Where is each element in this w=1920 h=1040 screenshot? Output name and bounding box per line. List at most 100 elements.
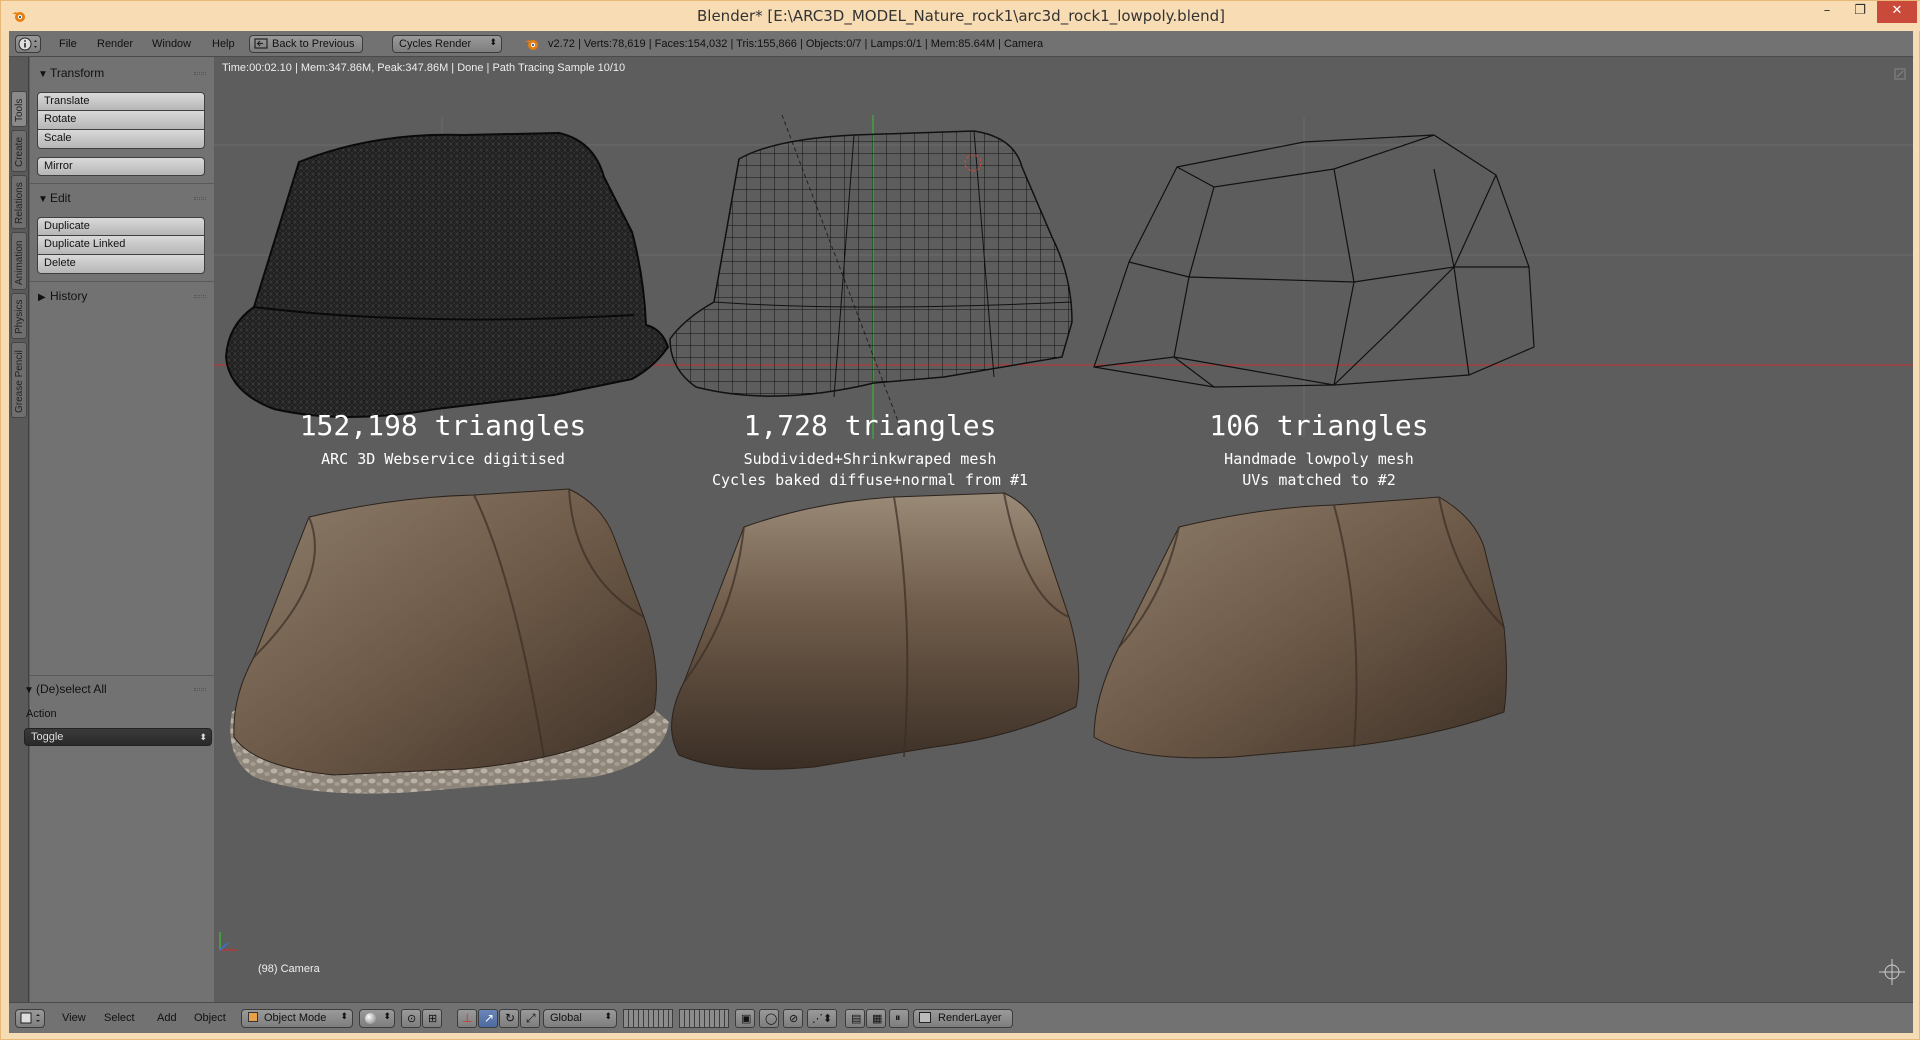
panel-edit-header[interactable]: ▼ Edit [30,188,214,208]
drag-grip-icon[interactable] [194,197,206,200]
panel-edit-title: Edit [50,191,71,205]
translate-manipulator-button[interactable]: ↗ [478,1009,498,1028]
3d-view-header: View Select Add Object Object Mode ⬍ ⬍ ⊙… [9,1002,1913,1033]
delete-button[interactable]: Delete [37,255,205,274]
3d-viewport[interactable]: Time:00:02.10 | Mem:347.86M, Peak:347.86… [214,57,1913,1002]
arrow-icon: ↗ [484,1011,495,1025]
area-split-corner-icon[interactable] [1894,68,1906,80]
expanded-triangle-icon: ▼ [38,194,48,205]
drag-grip-icon[interactable] [194,688,206,691]
maximize-button[interactable]: ❐ [1844,1,1876,23]
drag-grip-icon[interactable] [194,72,206,75]
menu-object[interactable]: Object [194,1012,226,1024]
pivot-point-button[interactable]: ⊙ [401,1009,421,1028]
drag-grip-icon[interactable] [194,295,206,298]
blender-frame: File Render Window Help Back to Previous… [9,31,1913,1033]
menu-add[interactable]: Add [157,1012,177,1024]
viewport-shading-select[interactable]: ⬍ [359,1009,395,1028]
axes-icon: ⊥ [462,1011,473,1025]
object-mode-icon [248,1012,258,1022]
operator-header[interactable]: ▼ (De)select All [16,679,200,699]
mode-label: Object Mode [264,1012,327,1024]
mode-select[interactable]: Object Mode ⬍ [241,1009,353,1028]
panel-divider [30,183,214,184]
menu-select[interactable]: Select [104,1012,135,1024]
render-layer-select[interactable]: RenderLayer [913,1009,1013,1028]
menu-help[interactable]: Help [212,38,235,50]
proportional-icon: ◯ [765,1013,778,1025]
window-title: Blender* [E:\ARC3D_MODEL_Nature_rock1\ar… [697,7,1225,25]
panel-transform-title: Transform [50,66,105,80]
viewport-scene[interactable] [214,57,1913,1002]
render-preview-button[interactable]: ▤ [845,1009,865,1028]
tool-shelf: ▼ Transform Translate Rotate Scale Mirror… [24,57,214,1002]
wireframe-model-2[interactable] [669,130,1073,398]
textured-rock-3[interactable] [1093,496,1507,759]
model-3-caption-line2: UVs matched to #2 [1242,471,1396,489]
editor-type-3d-view-button[interactable] [15,1009,45,1028]
rotate-manipulator-button[interactable]: ↻ [499,1009,519,1028]
render-layer-label: RenderLayer [938,1012,1002,1024]
wireframe-model-1[interactable] [224,131,670,418]
updown-arrows-icon: ⬍ [199,732,207,742]
scale-icon: ⤢ [526,1011,536,1025]
menu-file[interactable]: File [59,38,77,50]
textured-rock-1[interactable] [230,488,669,794]
scale-button[interactable]: Scale [37,130,205,149]
tab-physics[interactable]: Physics [11,293,27,339]
close-button[interactable]: ✕ [1877,1,1917,23]
pause-button[interactable]: ⏸ [889,1009,909,1028]
layers-grid-2[interactable] [679,1009,729,1028]
transform-manipulator-button[interactable]: ⊥ [457,1009,477,1028]
back-to-previous-button[interactable]: Back to Previous [249,35,363,53]
translate-button[interactable]: Translate [37,92,205,111]
duplicate-button[interactable]: Duplicate [37,217,205,236]
shading-sphere-icon [365,1013,376,1024]
tab-tools[interactable]: Tools [11,91,27,127]
panel-history-header[interactable]: ▶ History [30,286,214,306]
tab-grease-pencil[interactable]: Grease Pencil [11,342,27,418]
tab-animation-label: Animation [14,240,25,285]
action-value: Toggle [31,731,64,743]
menu-render[interactable]: Render [97,38,133,50]
camera-icon: ▤ [851,1013,862,1025]
rotate-icon: ↻ [505,1011,516,1025]
orientation-select[interactable]: Global ⬍ [543,1009,617,1028]
tab-relations-label: Relations [14,182,25,224]
panel-transform-header[interactable]: ▼ Transform [30,63,214,83]
tab-animation[interactable]: Animation [11,232,27,290]
action-select[interactable]: Toggle ⬍ [24,728,212,746]
tab-create[interactable]: Create [11,130,27,172]
snap-element-select[interactable]: ⋰⬍ [807,1009,837,1028]
tab-grease-pencil-label: Grease Pencil [14,350,25,413]
layers-grid-1[interactable] [623,1009,673,1028]
menu-window[interactable]: Window [152,38,191,50]
navigation-crosshair-icon[interactable] [1879,959,1905,985]
render-animation-button[interactable]: ▦ [866,1009,886,1028]
snap-icon: ⊘ [789,1013,799,1025]
minimize-button[interactable]: – [1811,1,1843,23]
pivot-icon: ⊙ [407,1013,417,1025]
lock-camera-button[interactable]: ▣ [735,1009,755,1028]
render-engine-select[interactable]: Cycles Render ⬍ [392,35,502,53]
editor-type-info-button[interactable] [15,35,41,53]
film-icon: ▦ [872,1013,883,1025]
model-2-triangle-count: 1,728 triangles [743,409,997,442]
duplicate-linked-button[interactable]: Duplicate Linked [37,236,205,255]
updown-arrows-icon: ⬍ [340,1011,348,1021]
scale-manipulator-button[interactable]: ⤢ [520,1009,540,1028]
mirror-button[interactable]: Mirror [37,157,205,176]
rotate-button[interactable]: Rotate [37,111,205,130]
textured-rock-2[interactable] [671,492,1080,770]
proportional-edit-button[interactable]: ◯ [759,1009,779,1028]
tab-tools-label: Tools [14,98,25,122]
snap-toggle-button[interactable]: ⊘ [783,1009,803,1028]
manipulator-toggle-button[interactable]: ⊞ [422,1009,442,1028]
menu-view[interactable]: View [62,1012,86,1024]
back-to-previous-label: Back to Previous [272,38,355,50]
tab-relations[interactable]: Relations [11,175,27,229]
3d-view-icon [20,1012,40,1024]
tab-create-label: Create [14,136,25,167]
wireframe-model-3[interactable] [1093,134,1535,388]
updown-arrows-icon: ⬍ [489,37,497,47]
